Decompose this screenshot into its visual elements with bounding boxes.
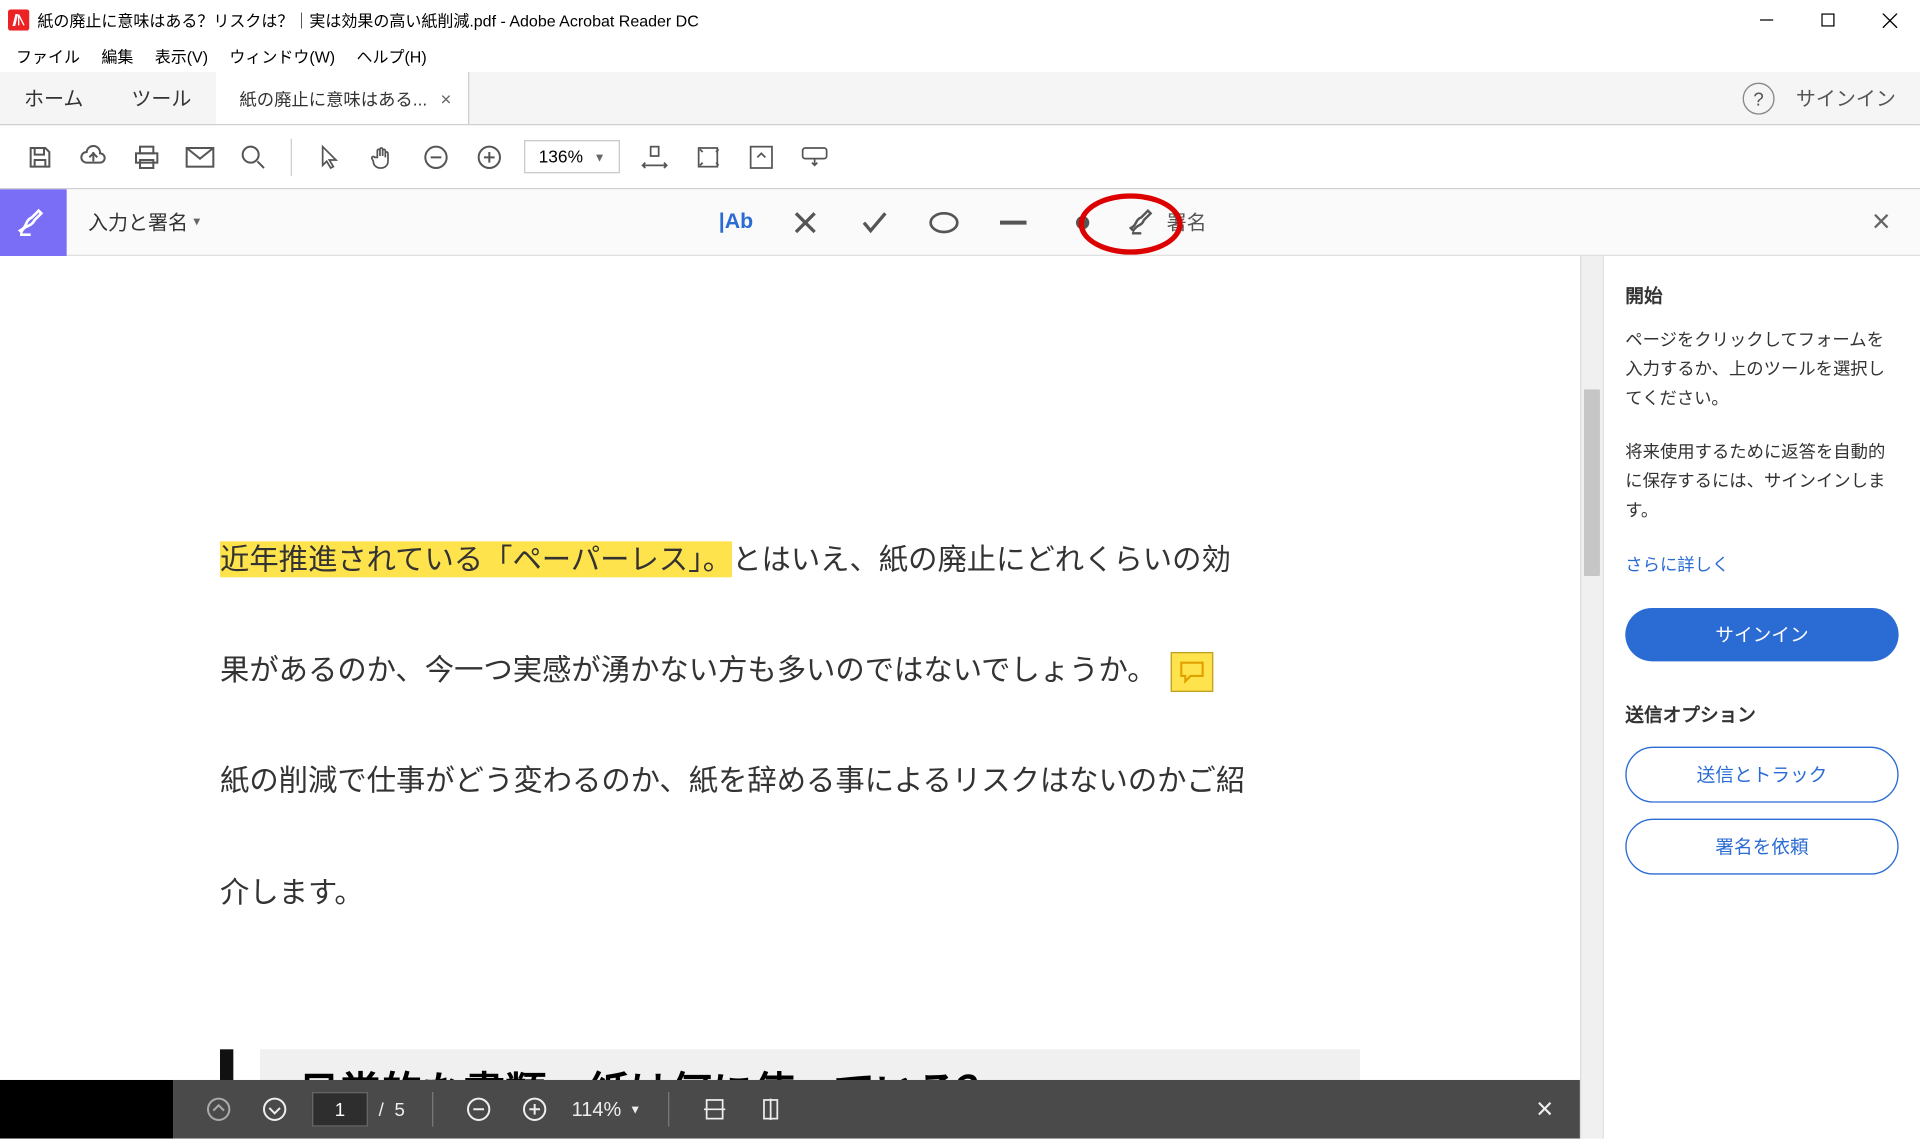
page-indicator: / 5 — [312, 1092, 405, 1127]
save-icon[interactable] — [16, 133, 64, 181]
line-tool[interactable] — [991, 199, 1036, 244]
text: 果があるのか、今一つ実感が湧かない方も多いのではないでしょうか。 — [220, 654, 1157, 687]
caret-down-icon: ▼ — [629, 1103, 641, 1116]
page-current-input[interactable] — [312, 1092, 368, 1127]
sign-tool[interactable]: 署名 — [1129, 199, 1206, 244]
zoom-out-icon[interactable] — [460, 1091, 497, 1128]
fill-sign-label: 入力と署名 — [88, 208, 188, 236]
fill-sign-tools: |Ab 署名 — [713, 199, 1206, 244]
search-icon[interactable] — [229, 133, 277, 181]
circle-tool[interactable] — [921, 199, 966, 244]
menu-window[interactable]: ウィンドウ(W) — [219, 41, 346, 72]
main-area: 近年推進されている「ペーパーレス」。とはいえ、紙の廃止にどれくらいの効 果がある… — [0, 256, 1920, 1139]
main-toolbar: 136% ▼ — [0, 125, 1920, 189]
zoom-level[interactable]: 136% ▼ — [524, 140, 620, 173]
zoom-value: 114% — [572, 1098, 622, 1121]
tab-tools[interactable]: ツール — [107, 72, 215, 124]
send-track-button[interactable]: 送信とトラック — [1625, 746, 1898, 802]
tab-home[interactable]: ホーム — [0, 72, 107, 124]
close-bottom-bar-icon[interactable]: × — [1536, 1092, 1553, 1127]
bottom-left-edge — [0, 1080, 173, 1139]
print-icon[interactable] — [123, 133, 171, 181]
scrollbar-thumb[interactable] — [1584, 389, 1600, 576]
help-icon[interactable]: ? — [1743, 82, 1775, 114]
signin-link[interactable]: サインイン — [1796, 84, 1896, 112]
fill-sign-dropdown[interactable]: 入力と署名 ▾ — [67, 208, 214, 236]
fill-sign-bar: 入力と署名 ▾ |Ab 署名 × — [0, 189, 1920, 256]
maximize-button[interactable] — [1797, 0, 1858, 40]
tab-document-label: 紙の廃止に意味はある... — [239, 85, 427, 110]
paragraph: 近年推進されている「ペーパーレス」。とはいえ、紙の廃止にどれくらいの効 — [220, 536, 1360, 583]
fill-sign-icon[interactable] — [0, 189, 67, 256]
text-tool[interactable]: |Ab — [713, 199, 758, 244]
zoom-value: 136% — [539, 147, 583, 167]
window-controls — [1736, 0, 1920, 40]
title-bar: 紙の廃止に意味はある？リスクは？｜実は効果の高い紙削減.pdf - Adobe … — [0, 0, 1920, 40]
text: とはいえ、紙の廃止にどれくらいの効 — [732, 543, 1231, 576]
tab-document[interactable]: 紙の廃止に意味はある... × — [215, 72, 468, 124]
fit-width-icon[interactable] — [631, 133, 679, 181]
menu-view[interactable]: 表示(V) — [144, 41, 219, 72]
menu-edit[interactable]: 編集 — [91, 41, 144, 72]
page-up-icon[interactable] — [200, 1091, 237, 1128]
highlighted-text: 近年推進されている「ペーパーレス」。 — [220, 541, 732, 577]
send-options-title: 送信オプション — [1625, 701, 1898, 728]
vertical-scrollbar[interactable] — [1580, 256, 1603, 1139]
comment-icon[interactable] — [1170, 652, 1213, 692]
caret-down-icon: ▾ — [193, 215, 200, 230]
request-sign-button[interactable]: 署名を依頼 — [1625, 818, 1898, 874]
page-down-icon[interactable] — [256, 1091, 293, 1128]
cloud-icon[interactable] — [69, 133, 117, 181]
learn-more-link[interactable]: さらに詳しく — [1625, 550, 1898, 575]
caret-down-icon: ▼ — [594, 150, 606, 163]
dot-tool[interactable] — [1060, 199, 1105, 244]
zoom-in-icon[interactable] — [465, 133, 513, 181]
close-fill-sign-icon[interactable]: × — [1864, 195, 1899, 248]
check-tool[interactable] — [852, 199, 897, 244]
app-icon — [8, 9, 29, 30]
read-aloud-icon[interactable] — [791, 133, 839, 181]
tab-close-icon[interactable]: × — [441, 87, 452, 108]
minimize-button[interactable] — [1736, 0, 1797, 40]
fullscreen-icon[interactable] — [738, 133, 786, 181]
close-button[interactable] — [1859, 0, 1920, 40]
fit-page-icon[interactable] — [684, 133, 732, 181]
window-title: 紙の廃止に意味はある？リスクは？｜実は効果の高い紙削減.pdf - Adobe … — [37, 9, 1736, 32]
page-sep: / — [379, 1099, 384, 1120]
tab-bar: ホーム ツール 紙の廃止に意味はある... × ? サインイン — [0, 72, 1920, 125]
document-viewport[interactable]: 近年推進されている「ペーパーレス」。とはいえ、紙の廃止にどれくらいの効 果がある… — [0, 256, 1580, 1139]
panel-start-title: 開始 — [1625, 283, 1898, 310]
menu-help[interactable]: ヘルプ(H) — [346, 41, 438, 72]
document-page: 近年推進されている「ペーパーレス」。とはいえ、紙の廃止にどれくらいの効 果がある… — [0, 256, 1580, 1136]
fit-width-icon[interactable] — [696, 1091, 733, 1128]
menu-file[interactable]: ファイル — [5, 41, 90, 72]
signin-area: ? サインイン — [1719, 72, 1920, 124]
zoom-out-icon[interactable] — [412, 133, 460, 181]
x-mark-tool[interactable] — [783, 199, 828, 244]
right-panel: 開始 ページをクリックしてフォームを入力するか、上のツールを選択してください。 … — [1603, 256, 1920, 1139]
paragraph: 介します。 — [220, 869, 1360, 916]
hand-icon[interactable] — [359, 133, 407, 181]
fit-page-icon[interactable] — [752, 1091, 789, 1128]
pointer-icon[interactable] — [305, 133, 353, 181]
paragraph: 果があるのか、今一つ実感が湧かない方も多いのではないでしょうか。 — [220, 647, 1360, 694]
bottom-toolbar: / 5 114% ▼ × — [173, 1080, 1580, 1139]
panel-save-body: 将来使用するために返答を自動的に保存するには、サインインします。 — [1625, 438, 1898, 526]
zoom-in-icon[interactable] — [516, 1091, 553, 1128]
panel-start-body: ページをクリックしてフォームを入力するか、上のツールを選択してください。 — [1625, 325, 1898, 413]
page-total: 5 — [395, 1099, 405, 1120]
signin-button[interactable]: サインイン — [1625, 607, 1898, 660]
sign-label: 署名 — [1167, 208, 1207, 236]
paragraph: 紙の削減で仕事がどう変わるのか、紙を辞める事によるリスクはないのかご紹 — [220, 758, 1360, 805]
menu-bar: ファイル 編集 表示(V) ウィンドウ(W) ヘルプ(H) — [0, 40, 1920, 72]
email-icon[interactable] — [176, 133, 224, 181]
zoom-display[interactable]: 114% ▼ — [572, 1098, 642, 1121]
